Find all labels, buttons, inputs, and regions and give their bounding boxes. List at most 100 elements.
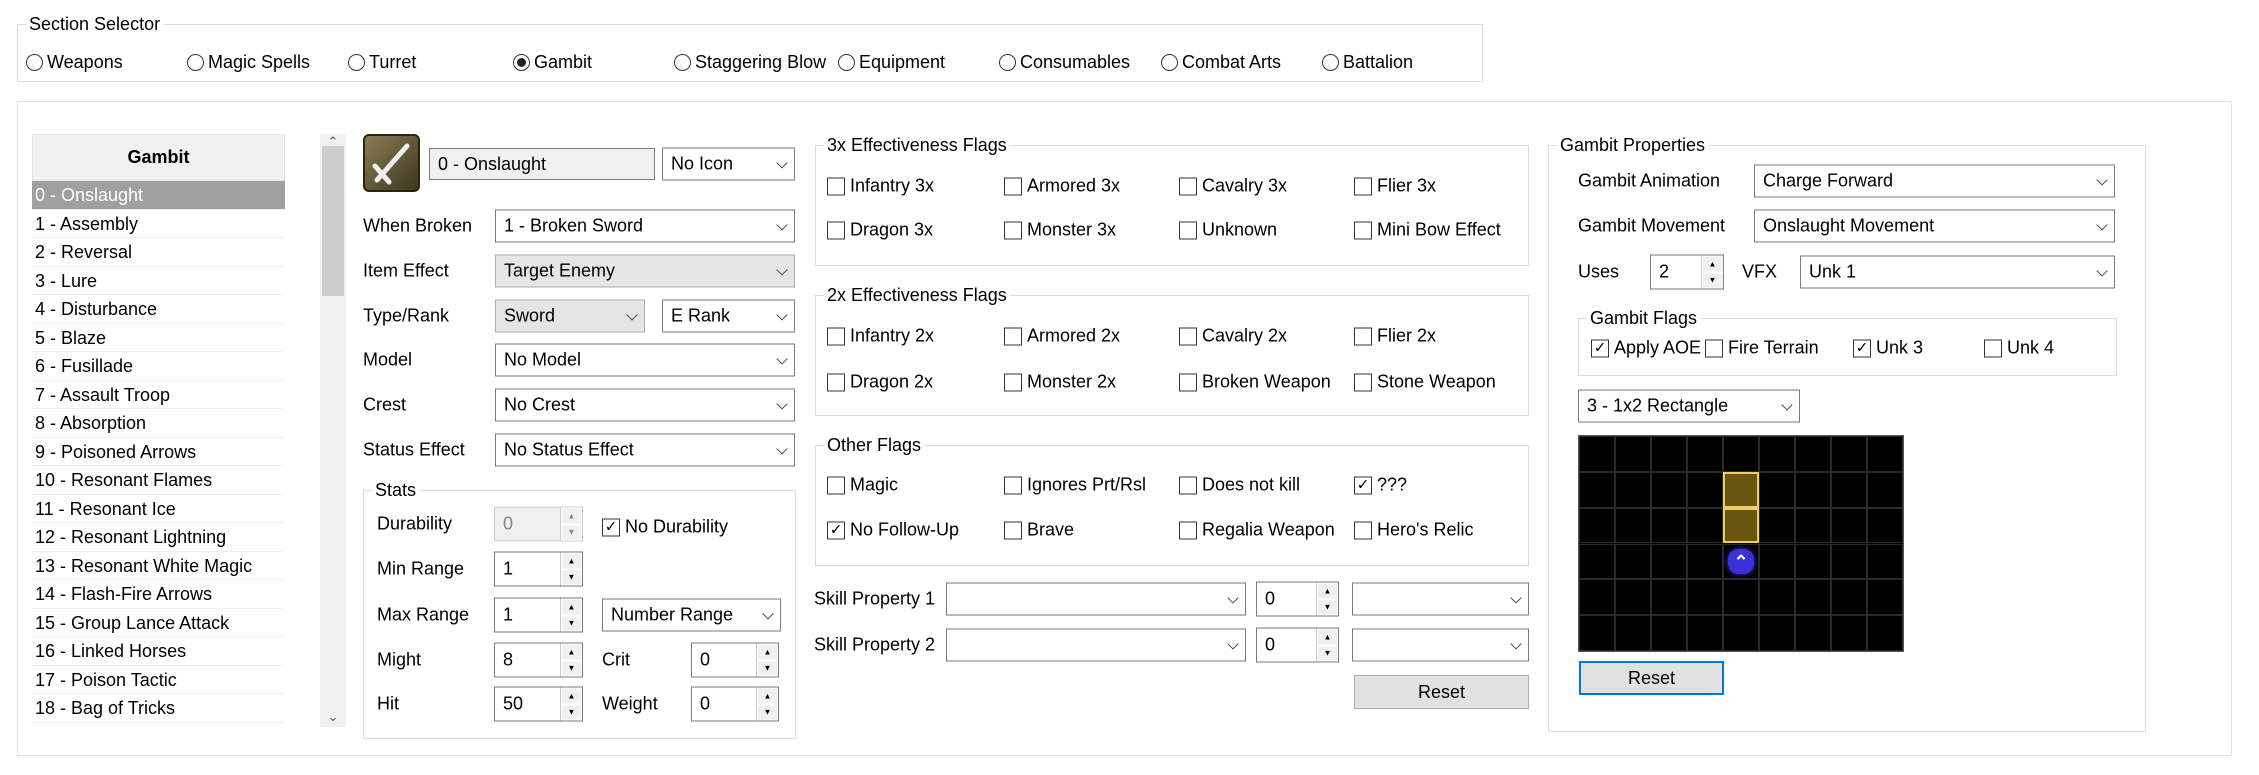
spin-up-icon[interactable]: ▲ [1702,255,1723,272]
radio-turret[interactable]: Turret [348,52,416,73]
grid-cell[interactable] [1831,436,1867,472]
grid-cell[interactable] [1831,543,1867,580]
grid-cell[interactable] [1579,579,1615,616]
radio-consumables[interactable]: Consumables [999,52,1130,73]
spin-up-icon[interactable]: ▲ [1317,628,1338,645]
no-durability-checkbox[interactable]: ✓ No Durability [602,517,728,538]
list-item[interactable]: 9 - Poisoned Arrows [32,438,285,466]
spin-up-icon[interactable]: ▲ [561,552,582,569]
gambit-animation-select[interactable]: Charge Forward [1754,164,2115,198]
grid-cell[interactable] [1615,579,1651,616]
grid-cell[interactable] [1723,579,1759,616]
when-broken-select[interactable]: 1 - Broken Sword [495,209,795,243]
list-item[interactable]: 0 - Onslaught [32,181,285,210]
grid-cell[interactable] [1831,507,1867,544]
flag-checkbox[interactable]: Does not kill [1179,475,1300,496]
crest-select[interactable]: No Crest [495,388,795,422]
list-item[interactable]: 4 - Disturbance [32,295,285,324]
aoe-grid[interactable]: ⌃ [1578,435,1904,652]
grid-cell[interactable] [1615,471,1651,508]
grid-cell[interactable] [1579,507,1615,544]
list-item[interactable]: 1 - Assembly [32,210,285,238]
spin-up-icon[interactable]: ▲ [757,687,778,704]
spin-up-icon[interactable]: ▲ [561,507,582,524]
status-effect-select[interactable]: No Status Effect [495,433,795,467]
rank-select[interactable]: E Rank [662,299,795,333]
spin-down-icon[interactable]: ▼ [561,524,582,541]
spin-up-icon[interactable]: ▲ [561,687,582,704]
flag-checkbox[interactable]: Dragon 2x [827,372,933,393]
reset-button[interactable]: Reset [1354,675,1529,709]
list-item[interactable]: 2 - Reversal [32,238,285,267]
flag-checkbox[interactable]: Armored 2x [1004,326,1120,347]
gambit-movement-select[interactable]: Onslaught Movement [1754,209,2115,243]
spin-up-icon[interactable]: ▲ [561,598,582,615]
list-item[interactable]: 5 - Blaze [32,324,285,352]
grid-cell[interactable] [1687,615,1723,651]
flag-checkbox[interactable]: Flier 3x [1354,176,1436,197]
flag-checkbox[interactable]: Stone Weapon [1354,372,1496,393]
grid-cell[interactable] [1867,543,1903,580]
radio-magic-spells[interactable]: Magic Spells [187,52,310,73]
list-item[interactable]: 14 - Flash-Fire Arrows [32,580,285,609]
flag-checkbox[interactable]: Magic [827,475,898,496]
flag-checkbox[interactable]: Monster 3x [1004,220,1116,241]
list-scrollbar[interactable]: ⌃ ⌄ [320,134,346,727]
grid-cell[interactable] [1795,579,1831,616]
uses-spinner[interactable]: 2 ▲ ▼ [1650,254,1724,290]
skill-amount-spinner[interactable]: 0 ▲ ▼ [1256,627,1339,663]
aoe-cell[interactable] [1723,471,1759,508]
flag-checkbox[interactable]: Infantry 2x [827,326,934,347]
flag-checkbox[interactable]: ✓ No Follow-Up [827,520,959,541]
flag-checkbox[interactable]: Dragon 3x [827,220,933,241]
durability-spinner[interactable]: 0 ▲ ▼ [494,506,583,542]
grid-cell[interactable] [1867,507,1903,544]
spin-up-icon[interactable]: ▲ [561,643,582,660]
flag-checkbox[interactable]: Cavalry 2x [1179,326,1287,347]
icon-select[interactable]: No Icon [662,147,795,181]
grid-cell[interactable] [1795,507,1831,544]
list-item[interactable]: 8 - Absorption [32,409,285,438]
grid-cell[interactable] [1795,436,1831,472]
might-spinner[interactable]: 8 ▲ ▼ [494,642,583,678]
grid-cell[interactable] [1651,579,1687,616]
grid-cell[interactable] [1759,471,1795,508]
grid-cell[interactable] [1687,436,1723,472]
grid-cell[interactable] [1759,507,1795,544]
grid-cell[interactable] [1579,471,1615,508]
gambit-flag-checkbox[interactable]: Fire Terrain [1705,338,1819,359]
grid-cell[interactable] [1795,615,1831,651]
grid-cell[interactable] [1867,579,1903,616]
weight-spinner[interactable]: 0 ▲ ▼ [691,686,779,722]
vfx-select[interactable]: Unk 1 [1800,255,2115,289]
grid-cell[interactable] [1615,507,1651,544]
flag-checkbox[interactable]: Armored 3x [1004,176,1120,197]
radio-equipment[interactable]: Equipment [838,52,945,73]
grid-cell[interactable] [1759,615,1795,651]
grid-cell[interactable] [1651,543,1687,580]
flag-checkbox[interactable]: Broken Weapon [1179,372,1331,393]
grid-cell[interactable] [1687,543,1723,580]
skill-property-select[interactable] [946,582,1246,616]
aoe-shape-select[interactable]: 3 - 1x2 Rectangle [1578,389,1800,423]
gambit-list[interactable]: Gambit 0 - Onslaught 1 - Assembly 2 - Reve… [32,134,285,727]
gambit-flag-checkbox[interactable]: ✓ Apply AOE [1591,338,1701,359]
flag-checkbox[interactable]: Cavalry 3x [1179,176,1287,197]
scroll-thumb[interactable] [322,146,344,296]
list-item[interactable]: 18 - Bag of Tricks [32,694,285,723]
grid-cell[interactable] [1759,579,1795,616]
gambit-flag-checkbox[interactable]: ✓ Unk 3 [1853,338,1923,359]
min-range-spinner[interactable]: 1 ▲ ▼ [494,551,583,587]
flag-checkbox[interactable]: Monster 2x [1004,372,1116,393]
spin-down-icon[interactable]: ▼ [757,660,778,677]
list-item[interactable]: 11 - Resonant Ice [32,495,285,523]
skill-property-select[interactable] [946,628,1246,662]
grid-cell[interactable] [1759,543,1795,580]
grid-cell[interactable] [1831,471,1867,508]
grid-cell[interactable] [1651,507,1687,544]
flag-checkbox[interactable]: Brave [1004,520,1074,541]
grid-cell[interactable] [1867,436,1903,472]
list-item[interactable]: 10 - Resonant Flames [32,466,285,495]
radio-weapons[interactable]: Weapons [26,52,123,73]
skill-amount-spinner[interactable]: 0 ▲ ▼ [1256,581,1339,617]
